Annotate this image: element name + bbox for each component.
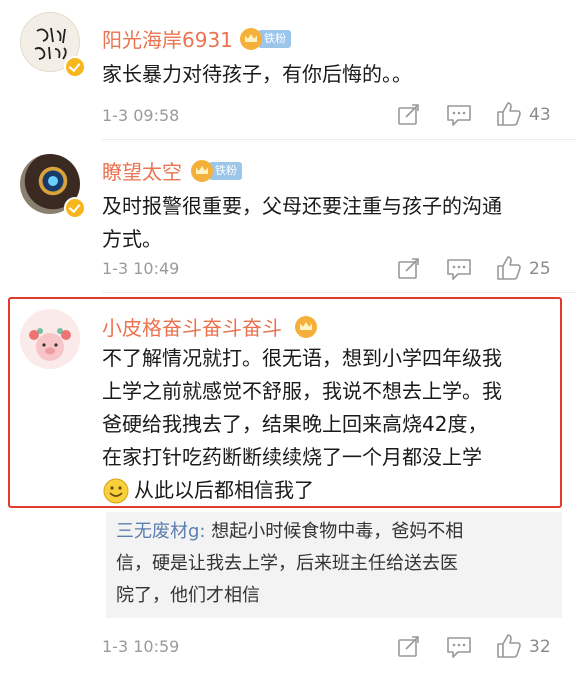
crown-icon bbox=[240, 28, 262, 50]
reply-username[interactable]: 三无废材g: bbox=[116, 521, 206, 542]
avatar[interactable] bbox=[20, 309, 80, 369]
like-count: 25 bbox=[529, 259, 551, 279]
thumbs-up-icon[interactable] bbox=[496, 255, 522, 281]
divider bbox=[102, 139, 576, 140]
username[interactable]: 小皮格奋斗奋斗奋斗 bbox=[102, 312, 282, 341]
comment-time: 1-3 10:59 bbox=[102, 637, 180, 656]
comment-line: 从此以后都相信我了 bbox=[102, 474, 502, 507]
comment-line: 爸硬给我拽去了，结果晚上回来高烧42度， bbox=[102, 412, 488, 436]
share-icon[interactable] bbox=[397, 636, 421, 658]
comment-text: 家长暴力对待孩子，有你后悔的。。 bbox=[102, 58, 412, 91]
fan-badge bbox=[295, 316, 317, 338]
fan-badge-label: 铁粉 bbox=[209, 162, 242, 180]
crown-icon bbox=[295, 316, 317, 338]
reply-line-text: 想起小时候食物中毒，爸妈不相 bbox=[211, 521, 464, 542]
fan-badge: 铁粉 bbox=[240, 28, 291, 50]
comment-line: 上学之前就感觉不舒服，我说不想去上学。我 bbox=[102, 379, 502, 403]
like-count: 32 bbox=[529, 637, 551, 657]
reply-line: 三无废材g: 想起小时候食物中毒，爸妈不相 bbox=[116, 516, 463, 548]
comment-line: 方式。 bbox=[102, 227, 162, 251]
comment-icon[interactable] bbox=[446, 258, 472, 280]
fan-badge: 铁粉 bbox=[191, 160, 242, 182]
share-icon[interactable] bbox=[397, 258, 421, 280]
divider bbox=[102, 292, 576, 293]
username[interactable]: 瞭望太空 bbox=[102, 156, 182, 185]
fan-badge-label: 铁粉 bbox=[258, 30, 291, 48]
share-icon[interactable] bbox=[397, 104, 421, 126]
comment-text: 及时报警很重要，父母还要注重与孩子的沟通 方式。 bbox=[102, 190, 502, 256]
thumbs-up-icon[interactable] bbox=[496, 101, 522, 127]
reply-line: 信，硬是让我去上学，后来班主任给送去医 bbox=[116, 553, 458, 574]
comment-time: 1-3 09:58 bbox=[102, 106, 180, 125]
comment-time: 1-3 10:49 bbox=[102, 259, 180, 278]
reply-line: 院了，他们才相信 bbox=[116, 585, 260, 606]
pig-avatar-image bbox=[29, 328, 71, 361]
username[interactable]: 阳光海岸6931 bbox=[102, 24, 233, 53]
verified-badge-icon bbox=[64, 197, 86, 219]
crown-icon bbox=[191, 160, 213, 182]
reply-box[interactable]: 三无废材g: 想起小时候食物中毒，爸妈不相 信，硬是让我去上学，后来班主任给送去… bbox=[106, 512, 562, 618]
comment-icon[interactable] bbox=[446, 104, 472, 126]
comment-line: 不了解情况就打。很无语，想到小学四年级我 bbox=[102, 346, 502, 370]
comment-line: 在家打针吃药断断续续烧了一个月都没上学 bbox=[102, 445, 482, 469]
smile-emoji-icon bbox=[103, 478, 129, 503]
comment-icon[interactable] bbox=[446, 636, 472, 658]
thumbs-up-icon[interactable] bbox=[496, 633, 522, 659]
comment-line: 及时报警很重要，父母还要注重与孩子的沟通 bbox=[102, 194, 502, 218]
like-count: 43 bbox=[529, 105, 551, 125]
verified-badge-icon bbox=[64, 56, 86, 78]
comment-text: 不了解情况就打。很无语，想到小学四年级我 上学之前就感觉不舒服，我说不想去上学。… bbox=[102, 342, 502, 507]
comment-line-text: 从此以后都相信我了 bbox=[134, 478, 314, 502]
reply-text: 三无废材g: 想起小时候食物中毒，爸妈不相 信，硬是让我去上学，后来班主任给送去… bbox=[116, 516, 463, 612]
comment-line: 家长暴力对待孩子，有你后悔的。。 bbox=[102, 62, 412, 86]
